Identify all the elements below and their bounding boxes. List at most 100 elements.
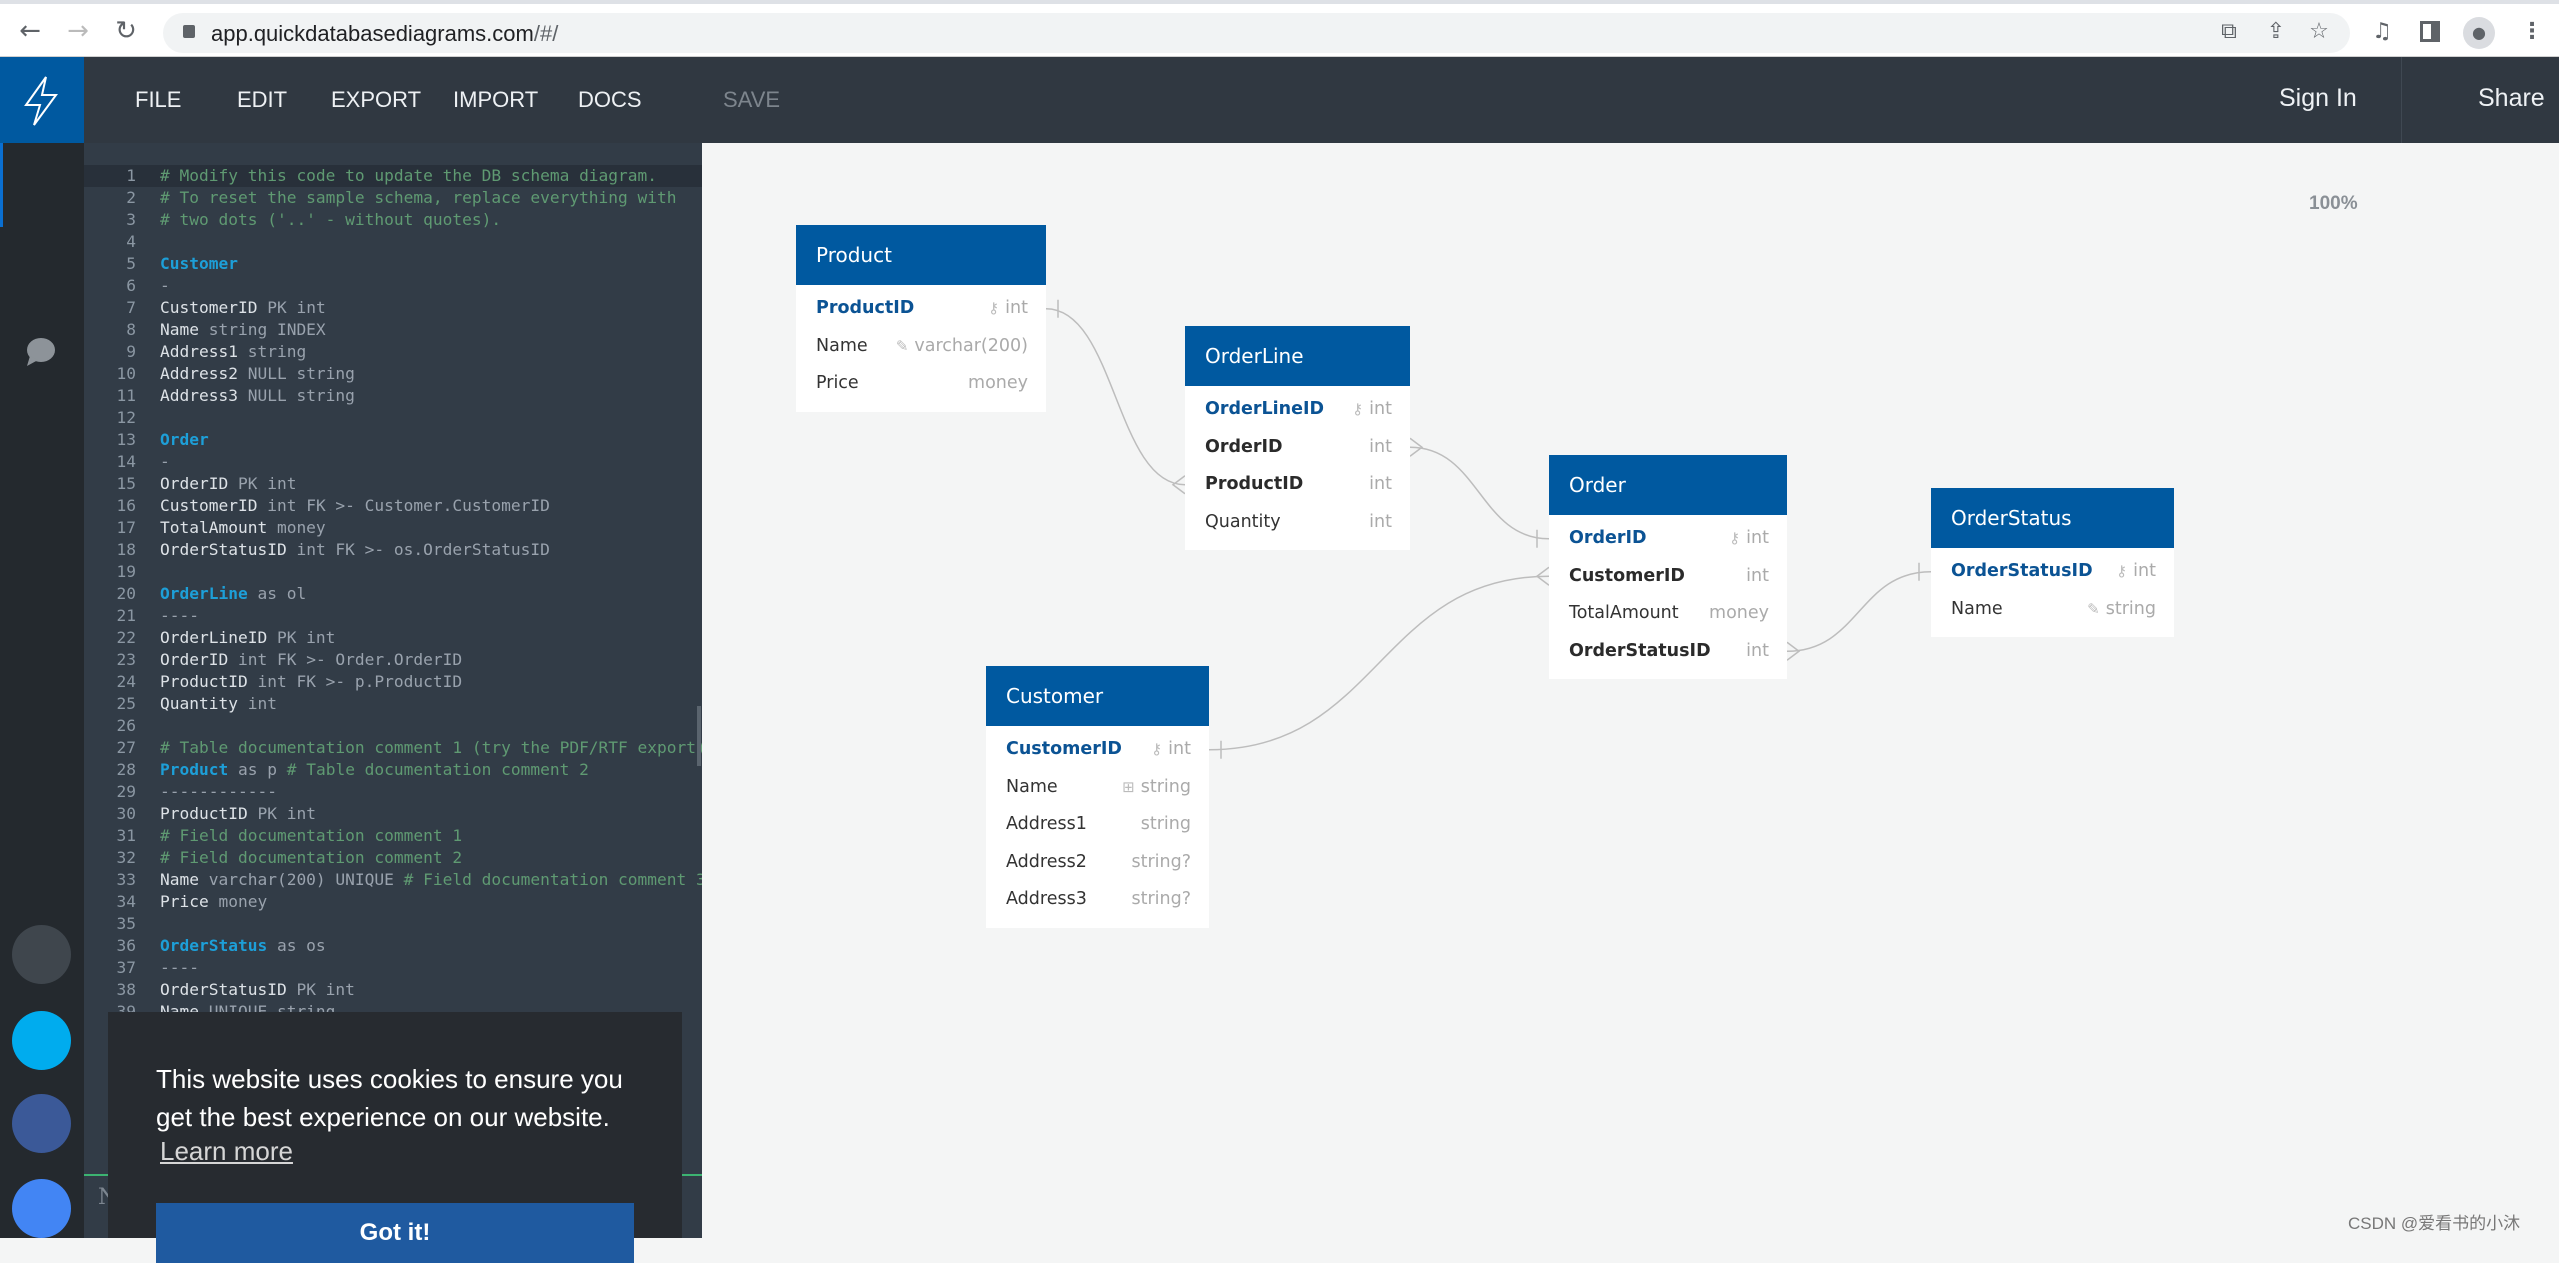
field-row[interactable]: Quantity int (1185, 504, 1410, 542)
menu-export[interactable]: EXPORT (331, 87, 421, 113)
code-line[interactable]: 38 OrderStatusID PK int (84, 979, 702, 1001)
code-line[interactable]: 1 # Modify this code to update the DB sch… (84, 165, 702, 187)
field-row[interactable]: Price money (796, 365, 1046, 403)
code-line[interactable]: 6- (84, 275, 702, 297)
menu-edit[interactable]: EDIT (237, 87, 287, 113)
profile-avatar-icon[interactable]: ● (2463, 17, 2495, 49)
code-line[interactable]: 32 # Field documentation comment 2 (84, 847, 702, 869)
code-token: string (237, 342, 307, 361)
code-line[interactable]: 11 Address3 NULL string (84, 385, 702, 407)
bookmark-star-icon[interactable]: ☆ (2303, 16, 2335, 48)
media-icon[interactable]: ♫ (2366, 16, 2398, 48)
line-number: 26 (116, 716, 137, 735)
side-panel-icon[interactable] (2420, 21, 2440, 42)
code-line[interactable]: 4 (84, 231, 702, 253)
more-menu-icon[interactable]: ⋮ (2516, 16, 2548, 48)
menu-docs[interactable]: DOCS (578, 87, 642, 113)
code-line[interactable]: 37 ---- (84, 957, 702, 979)
app-logo[interactable] (0, 57, 84, 143)
table-header[interactable]: Customer (986, 666, 1209, 726)
table-product[interactable]: Product ProductID ⚷ int Name ✎ varchar(200) Pri… (796, 225, 1046, 412)
translate-icon[interactable]: ⧉ (2213, 16, 2245, 48)
code-line[interactable]: 35 (84, 913, 702, 935)
code-line[interactable]: 5 Customer (84, 253, 702, 275)
field-row[interactable]: Name ✎ string (1931, 591, 2174, 629)
table-header[interactable]: OrderStatus (1931, 488, 2174, 548)
menu-file[interactable]: FILE (135, 87, 181, 113)
code-line[interactable]: 17 TotalAmount money (84, 517, 702, 539)
share-button[interactable]: Share (2478, 84, 2545, 113)
table-order[interactable]: Order OrderID ⚷ int CustomerID int TotalAmount… (1549, 455, 1787, 679)
diagram-canvas[interactable]: 100% Product ProductID ⚷ int Name ✎ varchar(20… (702, 143, 2559, 1238)
learn-more-link[interactable]: Learn more (160, 1136, 293, 1167)
field-row[interactable]: CustomerID ⚷ int (986, 731, 1209, 769)
code-line[interactable]: 33 Name varchar(200) UNIQUE # Field docum… (84, 869, 703, 891)
code-line[interactable]: 18 OrderStatusID int FK >- os.OrderStatus… (84, 539, 702, 561)
got-it-button[interactable]: Got it! (156, 1203, 634, 1263)
table-header[interactable]: Order (1549, 455, 1787, 515)
field-row[interactable]: CustomerID int (1549, 558, 1787, 596)
field-row[interactable]: OrderStatusID int (1549, 633, 1787, 671)
code-line[interactable]: 29 ------------ (84, 781, 702, 803)
code-line[interactable]: 9 Address1 string (84, 341, 702, 363)
code-line[interactable]: 15 OrderID PK int (84, 473, 702, 495)
field-row[interactable]: Name ⊞ string (986, 769, 1209, 807)
code-line[interactable]: 26 (84, 715, 702, 737)
code-line[interactable]: 27 # Table documentation comment 1 (try t… (84, 737, 703, 759)
twitter-button[interactable] (12, 1011, 71, 1070)
line-number: 37 (116, 958, 137, 977)
field-row[interactable]: Name ✎ varchar(200) (796, 328, 1046, 366)
table-orderline[interactable]: OrderLine OrderLineID ⚷ int OrderID int Produc… (1185, 326, 1410, 550)
editor-scrollbar[interactable] (697, 706, 701, 766)
table-header[interactable]: Product (796, 225, 1046, 285)
address-bar[interactable]: app.quickdatabasediagrams.com/#/ ⧉ ⇪ ☆ (163, 13, 2350, 53)
field-row[interactable]: Address1 string (986, 806, 1209, 844)
code-line[interactable]: 8 Name string INDEX (84, 319, 702, 341)
table-header[interactable]: OrderLine (1185, 326, 1410, 386)
table-customer[interactable]: Customer CustomerID ⚷ int Name ⊞ string Address… (986, 666, 1209, 928)
save-button[interactable]: SAVE (723, 87, 780, 113)
code-line[interactable]: 30 ProductID PK int (84, 803, 702, 825)
field-row[interactable]: TotalAmount money (1549, 595, 1787, 633)
code-text: Address2 NULL string (160, 363, 355, 385)
code-line[interactable]: 19 (84, 561, 702, 583)
social-button-1[interactable] (12, 925, 71, 984)
field-row[interactable]: ProductID ⚷ int (796, 290, 1046, 328)
forward-icon[interactable]: → (60, 14, 96, 50)
code-line[interactable]: 22 OrderLineID PK int (84, 627, 702, 649)
code-line[interactable]: 3 # two dots ('..' - without quotes). (84, 209, 702, 231)
code-line[interactable]: 36 OrderStatus as os (84, 935, 702, 957)
share-page-icon[interactable]: ⇪ (2260, 16, 2292, 48)
code-line[interactable]: 21 ---- (84, 605, 702, 627)
code-line[interactable]: 7 CustomerID PK int (84, 297, 702, 319)
code-line[interactable]: 34 Price money (84, 891, 702, 913)
table-orderstatus[interactable]: OrderStatus OrderStatusID ⚷ int Name ✎ string (1931, 488, 2174, 637)
field-row[interactable]: OrderStatusID ⚷ int (1931, 553, 2174, 591)
sign-in-button[interactable]: Sign In (2279, 84, 2357, 113)
facebook-button[interactable] (12, 1094, 71, 1153)
field-row[interactable]: Address3 string? (986, 881, 1209, 919)
code-line[interactable]: 25 Quantity int (84, 693, 702, 715)
chat-icon[interactable] (24, 336, 58, 370)
code-line[interactable]: 10 Address2 NULL string (84, 363, 702, 385)
code-line[interactable]: 12 (84, 407, 702, 429)
code-line[interactable]: 2 # To reset the sample schema, replace e… (84, 187, 702, 209)
code-line[interactable]: 23 OrderID int FK >- Order.OrderID (84, 649, 702, 671)
field-row[interactable]: Address2 string? (986, 844, 1209, 882)
field-row[interactable]: OrderLineID ⚷ int (1185, 391, 1410, 429)
code-line[interactable]: 13 Order (84, 429, 702, 451)
code-line[interactable]: 20 OrderLine as ol (84, 583, 702, 605)
code-line[interactable]: 31 # Field documentation comment 1 (84, 825, 702, 847)
menu-import[interactable]: IMPORT (453, 87, 538, 113)
google-button[interactable] (12, 1179, 71, 1238)
code-line[interactable]: 28 Product as p # Table documentation com… (84, 759, 702, 781)
field-row[interactable]: OrderID int (1185, 429, 1410, 467)
code-line[interactable]: 16 CustomerID int FK >- Customer.Customer… (84, 495, 702, 517)
field-row[interactable]: OrderID ⚷ int (1549, 520, 1787, 558)
back-icon[interactable]: ← (12, 14, 48, 50)
code-line[interactable]: 14 - (84, 451, 702, 473)
reload-icon[interactable]: ↻ (108, 14, 144, 50)
field-row[interactable]: ProductID int (1185, 466, 1410, 504)
wrench-icon: ✎ (895, 336, 909, 355)
code-line[interactable]: 24 ProductID int FK >- p.ProductID (84, 671, 702, 693)
